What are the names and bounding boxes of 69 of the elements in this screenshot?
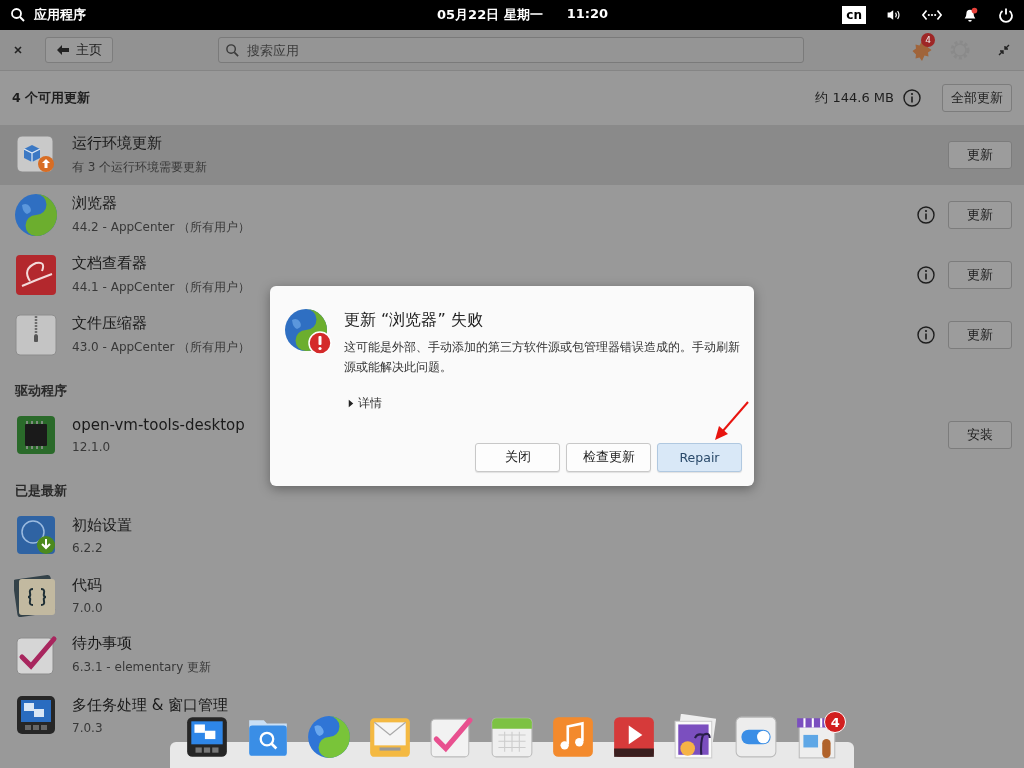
app-version: 43.0 - AppCenter （所有用户）	[72, 339, 251, 356]
power-icon[interactable]	[998, 7, 1014, 23]
app-version: 7.0.3	[72, 720, 103, 735]
dialog-button[interactable]: Repair	[657, 443, 742, 472]
keyboard-layout-indicator[interactable]: cn	[842, 6, 866, 24]
home-button[interactable]: 主页	[45, 37, 113, 63]
date-label[interactable]: 05月22日 星期一	[437, 6, 543, 24]
update-all-button[interactable]: 全部更新	[942, 84, 1012, 112]
applications-menu[interactable]: 应用程序	[34, 6, 86, 24]
music-note-icon[interactable]	[550, 714, 596, 760]
time-label[interactable]: 11:20	[566, 6, 609, 24]
updates-badge: 4	[921, 33, 935, 47]
search-field[interactable]: 搜索应用	[218, 37, 804, 63]
braces-icon	[14, 573, 58, 617]
photos-icon[interactable]	[672, 714, 719, 760]
dock-badge: 4	[824, 711, 847, 733]
updates-count: 4 个可用更新	[12, 89, 92, 107]
dialog-message: 这可能是外部、手动添加的第三方软件源或包管理器错误造成的。手动刷新源或能解决此问题。	[344, 339, 741, 376]
section-heading: 驱动程序	[15, 382, 67, 400]
download-size: 约 144.6 MB	[815, 89, 894, 107]
expander-icon	[348, 399, 354, 408]
app-name: 文件压缩器	[72, 314, 147, 333]
restore-icon[interactable]	[998, 44, 1010, 56]
zipper-icon	[14, 313, 58, 357]
details-expander[interactable]: 详情	[348, 395, 382, 412]
chip-icon	[14, 413, 58, 457]
app-name: 初始设置	[72, 515, 132, 535]
app-version: 6.3.1 - elementary 更新	[72, 659, 212, 676]
globe-icon[interactable]	[305, 714, 352, 760]
annotation-arrow	[712, 400, 752, 442]
section-heading: 已是最新	[15, 482, 67, 500]
document-viewer-icon	[14, 253, 58, 297]
app-name: 多任务处理 & 窗口管理	[72, 695, 229, 715]
info-icon[interactable]	[902, 88, 922, 108]
windows-icon	[14, 693, 58, 737]
close-icon[interactable]	[13, 45, 23, 55]
search-icon[interactable]	[10, 7, 26, 23]
app-name: 浏览器	[72, 194, 117, 213]
back-arrow-icon	[56, 44, 70, 56]
info-icon[interactable]	[916, 325, 936, 345]
toggle-icon[interactable]	[733, 714, 780, 760]
notifications-icon[interactable]	[962, 7, 978, 23]
search-icon	[225, 43, 240, 58]
info-icon[interactable]	[916, 265, 936, 285]
globe-icon	[14, 193, 58, 237]
app-name: 代码	[72, 575, 102, 595]
app-name: 待办事项	[72, 634, 132, 653]
update-button[interactable]: 更新	[948, 321, 1012, 349]
app-version: 7.0.0	[72, 600, 103, 615]
app-version: 44.2 - AppCenter （所有用户）	[72, 219, 251, 236]
network-icon[interactable]	[922, 7, 942, 23]
dialog-button[interactable]: 关闭	[475, 443, 560, 472]
update-button[interactable]: 安装	[948, 421, 1012, 449]
app-version: 有 3 个运行环境需要更新	[72, 159, 208, 176]
info-icon[interactable]	[916, 205, 936, 225]
app-version: 6.2.2	[72, 540, 103, 555]
download-icon	[14, 513, 58, 557]
update-button[interactable]: 更新	[948, 141, 1012, 169]
app-version: 12.1.0	[72, 440, 111, 454]
app-name: open-vm-tools-desktop	[72, 416, 245, 434]
selected-row[interactable]: 运行环境更新 有 3 个运行环境需要更新 更新	[0, 125, 1024, 185]
app-version: 44.1 - AppCenter （所有用户）	[72, 279, 251, 296]
update-button[interactable]: 更新	[948, 201, 1012, 229]
update-button[interactable]: 更新	[948, 261, 1012, 289]
app-name: 运行环境更新	[72, 134, 162, 153]
dialog-title: 更新 “浏览器” 失败	[344, 310, 483, 331]
dialog-button[interactable]: 检查更新	[566, 443, 651, 472]
checkmark-icon	[14, 633, 58, 677]
app-name: 文档查看器	[72, 254, 147, 273]
